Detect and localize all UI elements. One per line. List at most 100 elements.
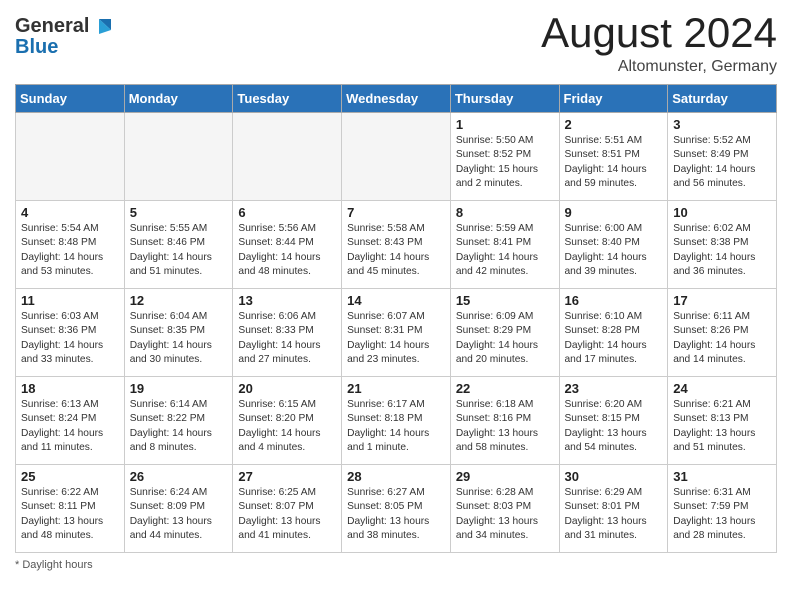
- day-info: Sunrise: 6:17 AMSunset: 8:18 PMDaylight:…: [347, 398, 445, 455]
- logo-area: General Blue: [15, 10, 113, 59]
- header-day-monday: Monday: [124, 85, 233, 113]
- day-number: 8: [456, 205, 554, 220]
- day-info: Sunrise: 5:50 AMSunset: 8:52 PMDaylight:…: [456, 134, 554, 191]
- day-info: Sunrise: 6:31 AMSunset: 7:59 PMDaylight:…: [673, 486, 771, 543]
- day-number: 24: [673, 381, 771, 396]
- header-day-thursday: Thursday: [450, 85, 559, 113]
- calendar-cell: [342, 113, 451, 201]
- day-number: 3: [673, 117, 771, 132]
- day-number: 11: [21, 293, 119, 308]
- calendar-header: SundayMondayTuesdayWednesdayThursdayFrid…: [16, 85, 777, 113]
- logo: General: [15, 15, 113, 38]
- calendar-cell: 22Sunrise: 6:18 AMSunset: 8:16 PMDayligh…: [450, 377, 559, 465]
- calendar-cell: 24 Sunrise: 6:21 AMSunset: 8:13 PMDayligh…: [668, 377, 777, 465]
- day-number: 6: [238, 205, 336, 220]
- calendar-cell: 17 Sunrise: 6:11 AMSunset: 8:26 PMDayligh…: [668, 289, 777, 377]
- calendar-week-3: 18Sunrise: 6:13 AMSunset: 8:24 PMDayligh…: [16, 377, 777, 465]
- day-info: Sunrise: 5:58 AMSunset: 8:43 PMDaylight:…: [347, 222, 445, 279]
- day-info: Sunrise: 6:21 AMSunset: 8:13 PMDaylight:…: [673, 398, 771, 455]
- day-number: 25: [21, 469, 119, 484]
- day-info: Sunrise: 5:56 AMSunset: 8:44 PMDaylight:…: [238, 222, 336, 279]
- day-number: 17: [673, 293, 771, 308]
- day-info: Sunrise: 5:59 AMSunset: 8:41 PMDaylight:…: [456, 222, 554, 279]
- day-info: Sunrise: 6:07 AMSunset: 8:31 PMDaylight:…: [347, 310, 445, 367]
- day-info: Sunrise: 6:13 AMSunset: 8:24 PMDaylight:…: [21, 398, 119, 455]
- footer-note: * Daylight hours: [15, 559, 777, 571]
- calendar-cell: 15Sunrise: 6:09 AMSunset: 8:29 PMDayligh…: [450, 289, 559, 377]
- day-info: Sunrise: 6:06 AMSunset: 8:33 PMDaylight:…: [238, 310, 336, 367]
- calendar-cell: [124, 113, 233, 201]
- day-number: 1: [456, 117, 554, 132]
- calendar-cell: 6 Sunrise: 5:56 AMSunset: 8:44 PMDaylight…: [233, 201, 342, 289]
- calendar-cell: 4Sunrise: 5:54 AMSunset: 8:48 PMDaylight…: [16, 201, 125, 289]
- logo-blue-text: Blue: [15, 36, 58, 58]
- day-info: Sunrise: 6:18 AMSunset: 8:16 PMDaylight:…: [456, 398, 554, 455]
- day-info: Sunrise: 6:11 AMSunset: 8:26 PMDaylight:…: [673, 310, 771, 367]
- day-info: Sunrise: 5:55 AMSunset: 8:46 PMDaylight:…: [130, 222, 228, 279]
- logo-general-text: General: [15, 15, 89, 38]
- day-info: Sunrise: 6:15 AMSunset: 8:20 PMDaylight:…: [238, 398, 336, 455]
- title-area: August 2024 Altomunster, Germany: [541, 10, 777, 76]
- day-info: Sunrise: 6:28 AMSunset: 8:03 PMDaylight:…: [456, 486, 554, 543]
- calendar-week-0: 1 Sunrise: 5:50 AMSunset: 8:52 PMDaylight…: [16, 113, 777, 201]
- day-info: Sunrise: 5:51 AMSunset: 8:51 PMDaylight:…: [565, 134, 663, 191]
- calendar-cell: 20 Sunrise: 6:15 AMSunset: 8:20 PMDayligh…: [233, 377, 342, 465]
- calendar-cell: 23 Sunrise: 6:20 AMSunset: 8:15 PMDayligh…: [559, 377, 668, 465]
- day-info: Sunrise: 6:14 AMSunset: 8:22 PMDaylight:…: [130, 398, 228, 455]
- day-info: Sunrise: 5:54 AMSunset: 8:48 PMDaylight:…: [21, 222, 119, 279]
- day-number: 13: [238, 293, 336, 308]
- day-number: 29: [456, 469, 554, 484]
- day-number: 20: [238, 381, 336, 396]
- calendar-cell: 3 Sunrise: 5:52 AMSunset: 8:49 PMDaylight…: [668, 113, 777, 201]
- header: General Blue August 2024 Altomunster, Ge…: [15, 10, 777, 76]
- day-info: Sunrise: 6:02 AMSunset: 8:38 PMDaylight:…: [673, 222, 771, 279]
- calendar-table: SundayMondayTuesdayWednesdayThursdayFrid…: [15, 84, 777, 553]
- calendar-week-1: 4Sunrise: 5:54 AMSunset: 8:48 PMDaylight…: [16, 201, 777, 289]
- day-info: Sunrise: 6:29 AMSunset: 8:01 PMDaylight:…: [565, 486, 663, 543]
- day-info: Sunrise: 6:03 AMSunset: 8:36 PMDaylight:…: [21, 310, 119, 367]
- header-day-wednesday: Wednesday: [342, 85, 451, 113]
- footer-note-text: Daylight hours: [22, 559, 92, 571]
- calendar-week-2: 11 Sunrise: 6:03 AMSunset: 8:36 PMDayligh…: [16, 289, 777, 377]
- day-number: 21: [347, 381, 445, 396]
- header-day-tuesday: Tuesday: [233, 85, 342, 113]
- day-number: 10: [673, 205, 771, 220]
- day-number: 9: [565, 205, 663, 220]
- day-info: Sunrise: 6:20 AMSunset: 8:15 PMDaylight:…: [565, 398, 663, 455]
- calendar-cell: 11 Sunrise: 6:03 AMSunset: 8:36 PMDayligh…: [16, 289, 125, 377]
- logo-icon: [91, 16, 113, 38]
- calendar-cell: 7 Sunrise: 5:58 AMSunset: 8:43 PMDaylight…: [342, 201, 451, 289]
- calendar-cell: 16 Sunrise: 6:10 AMSunset: 8:28 PMDayligh…: [559, 289, 668, 377]
- month-title: August 2024: [541, 10, 777, 56]
- subtitle: Altomunster, Germany: [541, 58, 777, 76]
- day-info: Sunrise: 6:10 AMSunset: 8:28 PMDaylight:…: [565, 310, 663, 367]
- day-number: 14: [347, 293, 445, 308]
- day-number: 27: [238, 469, 336, 484]
- calendar-cell: 28Sunrise: 6:27 AMSunset: 8:05 PMDayligh…: [342, 465, 451, 553]
- calendar-week-4: 25Sunrise: 6:22 AMSunset: 8:11 PMDayligh…: [16, 465, 777, 553]
- day-number: 23: [565, 381, 663, 396]
- day-info: Sunrise: 6:00 AMSunset: 8:40 PMDaylight:…: [565, 222, 663, 279]
- day-number: 12: [130, 293, 228, 308]
- day-number: 30: [565, 469, 663, 484]
- header-row: SundayMondayTuesdayWednesdayThursdayFrid…: [16, 85, 777, 113]
- day-number: 19: [130, 381, 228, 396]
- day-number: 16: [565, 293, 663, 308]
- day-info: Sunrise: 6:27 AMSunset: 8:05 PMDaylight:…: [347, 486, 445, 543]
- day-info: Sunrise: 5:52 AMSunset: 8:49 PMDaylight:…: [673, 134, 771, 191]
- calendar-cell: 19 Sunrise: 6:14 AMSunset: 8:22 PMDayligh…: [124, 377, 233, 465]
- calendar-cell: 30 Sunrise: 6:29 AMSunset: 8:01 PMDayligh…: [559, 465, 668, 553]
- header-day-friday: Friday: [559, 85, 668, 113]
- calendar-cell: [233, 113, 342, 201]
- day-number: 7: [347, 205, 445, 220]
- header-day-sunday: Sunday: [16, 85, 125, 113]
- calendar-cell: 1 Sunrise: 5:50 AMSunset: 8:52 PMDaylight…: [450, 113, 559, 201]
- calendar-cell: 26Sunrise: 6:24 AMSunset: 8:09 PMDayligh…: [124, 465, 233, 553]
- day-number: 31: [673, 469, 771, 484]
- calendar-cell: 21 Sunrise: 6:17 AMSunset: 8:18 PMDayligh…: [342, 377, 451, 465]
- calendar-cell: 5Sunrise: 5:55 AMSunset: 8:46 PMDaylight…: [124, 201, 233, 289]
- calendar-cell: 27Sunrise: 6:25 AMSunset: 8:07 PMDayligh…: [233, 465, 342, 553]
- calendar-cell: 2Sunrise: 5:51 AMSunset: 8:51 PMDaylight…: [559, 113, 668, 201]
- header-day-saturday: Saturday: [668, 85, 777, 113]
- day-info: Sunrise: 6:04 AMSunset: 8:35 PMDaylight:…: [130, 310, 228, 367]
